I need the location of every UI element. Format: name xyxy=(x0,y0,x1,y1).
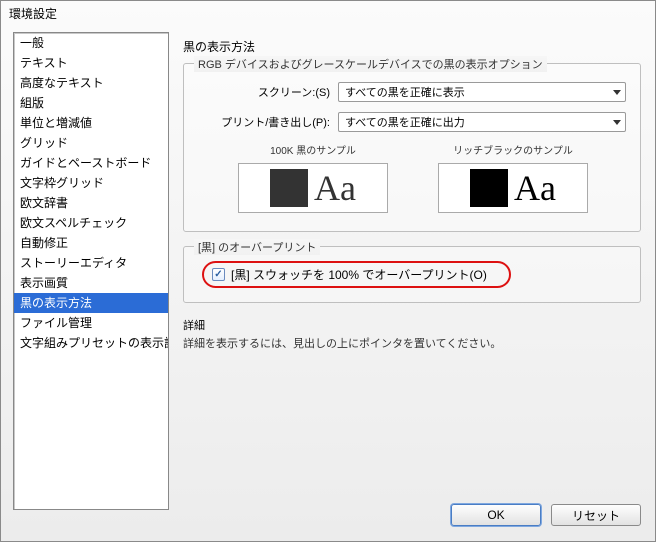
preferences-window: 環境設定 一般 テキスト 高度なテキスト 組版 単位と増減値 グリッド ガイドと… xyxy=(0,0,656,542)
sidebar-item[interactable]: 一般 xyxy=(14,33,168,53)
print-dropdown-value: すべての黒を正確に出力 xyxy=(345,114,465,130)
swatch-100k-icon xyxy=(270,169,308,207)
sample-row: 100K 黒のサンプル Aa リッチブラックのサンプル Aa xyxy=(238,142,626,213)
category-sidebar[interactable]: 一般 テキスト 高度なテキスト 組版 単位と増減値 グリッド ガイドとペーストボ… xyxy=(13,32,169,510)
main-panel: 黒の表示方法 RGB デバイスおよびグレースケールデバイスでの黒の表示オプション… xyxy=(169,32,649,498)
overprint-checkbox-label: [黒] スウォッチを 100% でオーバープリント(O) xyxy=(231,266,487,283)
group-legend: RGB デバイスおよびグレースケールデバイスでの黒の表示オプション xyxy=(194,56,547,72)
rgb-options-group: RGB デバイスおよびグレースケールデバイスでの黒の表示オプション スクリーン:… xyxy=(183,63,641,232)
sidebar-item[interactable]: ストーリーエディタ xyxy=(14,253,168,273)
overprint-checkbox[interactable] xyxy=(212,268,225,281)
sidebar-item[interactable]: 文字組みプリセットの表示設定 xyxy=(14,333,168,353)
sidebar-item[interactable]: 欧文辞書 xyxy=(14,193,168,213)
sample-rich-text: Aa xyxy=(514,170,556,206)
screen-dropdown[interactable]: すべての黒を正確に表示 xyxy=(338,82,626,102)
reset-button[interactable]: リセット xyxy=(551,504,641,526)
sidebar-item-black-appearance[interactable]: 黒の表示方法 xyxy=(14,293,168,313)
sample-100k-text: Aa xyxy=(314,170,356,206)
sidebar-item[interactable]: 単位と増減値 xyxy=(14,113,168,133)
chevron-down-icon xyxy=(613,120,621,125)
sidebar-item[interactable]: 表示画質 xyxy=(14,273,168,293)
overprint-group: [黒] のオーバープリント [黒] スウォッチを 100% でオーバープリント(… xyxy=(183,246,641,303)
sidebar-item[interactable]: 文字枠グリッド xyxy=(14,173,168,193)
screen-dropdown-value: すべての黒を正確に表示 xyxy=(345,84,465,100)
window-title: 環境設定 xyxy=(1,1,655,24)
sample-100k-box: Aa xyxy=(238,163,388,213)
sidebar-item[interactable]: 組版 xyxy=(14,93,168,113)
sidebar-item[interactable]: 高度なテキスト xyxy=(14,73,168,93)
content-area: 一般 テキスト 高度なテキスト 組版 単位と増減値 グリッド ガイドとペーストボ… xyxy=(1,24,655,504)
swatch-richblack-icon xyxy=(470,169,508,207)
details-title: 詳細 xyxy=(183,317,641,333)
group-legend: [黒] のオーバープリント xyxy=(194,239,320,255)
sample-rich-label: リッチブラックのサンプル xyxy=(438,142,588,157)
chevron-down-icon xyxy=(613,90,621,95)
print-dropdown[interactable]: すべての黒を正確に出力 xyxy=(338,112,626,132)
sidebar-item[interactable]: グリッド xyxy=(14,133,168,153)
screen-row: スクリーン:(S) すべての黒を正確に表示 xyxy=(198,82,626,102)
ok-button[interactable]: OK xyxy=(451,504,541,526)
sample-100k: 100K 黒のサンプル Aa xyxy=(238,142,388,213)
sidebar-item[interactable]: ファイル管理 xyxy=(14,313,168,333)
print-label: プリント/書き出し(P): xyxy=(198,114,338,130)
details-section: 詳細 詳細を表示するには、見出しの上にポインタを置いてください。 xyxy=(183,317,641,351)
sidebar-item[interactable]: テキスト xyxy=(14,53,168,73)
print-row: プリント/書き出し(P): すべての黒を正確に出力 xyxy=(198,112,626,132)
overprint-highlight: [黒] スウォッチを 100% でオーバープリント(O) xyxy=(202,261,511,288)
sample-richblack: リッチブラックのサンプル Aa xyxy=(438,142,588,213)
screen-label: スクリーン:(S) xyxy=(198,84,338,100)
sample-rich-box: Aa xyxy=(438,163,588,213)
sidebar-item[interactable]: 欧文スペルチェック xyxy=(14,213,168,233)
sidebar-item[interactable]: ガイドとペーストボード xyxy=(14,153,168,173)
details-text: 詳細を表示するには、見出しの上にポインタを置いてください。 xyxy=(183,335,641,351)
sidebar-item[interactable]: 自動修正 xyxy=(14,233,168,253)
sample-100k-label: 100K 黒のサンプル xyxy=(238,142,388,157)
